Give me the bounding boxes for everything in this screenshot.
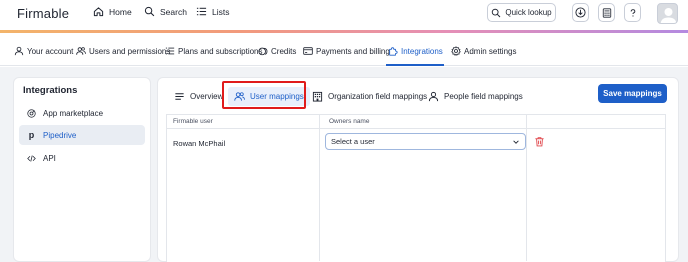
- tab-organization-field-mappings[interactable]: Organization field mappings: [312, 87, 427, 106]
- gear-icon: [451, 46, 461, 56]
- column-header-owners-name: Owners name: [329, 118, 370, 125]
- column-divider: [319, 115, 320, 261]
- tab-credits[interactable]: Credits: [258, 46, 296, 56]
- sidebar-item-api[interactable]: API: [19, 148, 145, 168]
- puzzle-icon: [389, 47, 398, 56]
- table-row-user-name: Rowan McPhail: [173, 139, 226, 148]
- search-icon: [144, 6, 155, 17]
- pipedrive-icon: p: [28, 130, 35, 140]
- sidebar-item-pipedrive[interactable]: p Pipedrive: [19, 125, 145, 145]
- download-button[interactable]: [572, 3, 589, 22]
- marketplace-icon: [27, 108, 36, 118]
- sidebar-title: Integrations: [23, 85, 78, 96]
- tab-user-mappings-label: User mappings: [250, 92, 304, 101]
- credits-icon: [258, 47, 268, 56]
- tab-payments-and-billing[interactable]: Payments and billing: [303, 46, 390, 56]
- nav-home[interactable]: Home: [93, 6, 132, 17]
- tab-people-field-mappings-label: People field mappings: [444, 92, 523, 101]
- help-icon: [630, 8, 635, 17]
- sidebar-item-app-marketplace[interactable]: App marketplace: [19, 103, 145, 123]
- tab-overview[interactable]: Overview: [174, 87, 223, 106]
- user-mappings-table: Firmable user Owners name Rowan McPhail …: [166, 114, 666, 262]
- column-header-firmable-user: Firmable user: [173, 118, 213, 125]
- nav-lists-label: Lists: [212, 6, 230, 17]
- integrations-sidebar: Integrations App marketplace p Pipedrive…: [13, 77, 151, 262]
- top-header: Firmable Home Search Lists Quick lookup: [0, 0, 688, 30]
- sidebar-item-label: App marketplace: [43, 108, 104, 118]
- list-icon: [196, 7, 207, 16]
- user-icon: [14, 46, 24, 56]
- tab-organization-field-mappings-label: Organization field mappings: [328, 92, 428, 101]
- tab-overview-label: Overview: [190, 92, 224, 101]
- list-icon: [165, 47, 175, 55]
- tab-people-field-mappings[interactable]: People field mappings: [428, 87, 523, 106]
- nav-search-label: Search: [160, 6, 187, 17]
- tab-user-mappings[interactable]: User mappings: [228, 87, 310, 106]
- avatar[interactable]: [657, 3, 678, 24]
- tab-payments-and-billing-label: Payments and billing: [316, 46, 390, 56]
- chevron-down-icon: [513, 139, 519, 144]
- home-icon: [93, 7, 104, 17]
- calculator-icon: [602, 7, 611, 18]
- delete-trash-icon[interactable]: [534, 136, 545, 147]
- column-divider: [526, 115, 527, 261]
- building-icon: [312, 91, 323, 102]
- tab-users-and-permissions[interactable]: Users and permissions: [76, 46, 170, 56]
- sidebar-item-label: API: [43, 153, 56, 163]
- user-avatar-icon: [660, 8, 677, 23]
- quick-lookup-button[interactable]: Quick lookup: [487, 3, 556, 22]
- help-button[interactable]: [624, 3, 641, 22]
- tab-plans-and-subscriptions-label: Plans and subscriptions: [178, 46, 263, 56]
- search-icon: [492, 8, 501, 17]
- tab-integrations-label: Integrations: [401, 46, 443, 56]
- tab-users-and-permissions-label: Users and permissions: [89, 46, 171, 56]
- header-gradient-divider: [0, 30, 688, 33]
- card-icon: [303, 47, 313, 55]
- app-logo[interactable]: Firmable: [17, 6, 69, 21]
- tab-your-account-label: Your account: [27, 46, 74, 56]
- tab-credits-label: Credits: [271, 46, 297, 56]
- download-icon: [575, 7, 586, 18]
- tab-plans-and-subscriptions[interactable]: Plans and subscriptions: [165, 46, 263, 56]
- tab-admin-settings-label: Admin settings: [464, 46, 517, 56]
- nav-home-label: Home: [109, 6, 132, 17]
- code-icon: [27, 154, 36, 162]
- active-tab-indicator: [386, 64, 444, 66]
- tab-admin-settings[interactable]: Admin settings: [451, 46, 516, 56]
- tab-integrations[interactable]: Integrations: [388, 46, 443, 56]
- owner-select-dropdown[interactable]: Select a user: [325, 133, 526, 150]
- settings-tabs: Your account Users and permissions Plans…: [0, 36, 688, 66]
- owner-select-placeholder: Select a user: [331, 137, 375, 146]
- sidebar-item-label: Pipedrive: [43, 130, 77, 140]
- menu-icon: [175, 93, 184, 100]
- nav-lists[interactable]: Lists: [196, 6, 229, 17]
- nav-search[interactable]: Search: [144, 6, 187, 17]
- users-icon: [234, 92, 245, 101]
- users-icon: [76, 47, 86, 55]
- quick-lookup-label: Quick lookup: [505, 8, 552, 17]
- tab-your-account[interactable]: Your account: [14, 46, 73, 56]
- save-mappings-button[interactable]: Save mappings: [598, 84, 667, 103]
- calculator-button[interactable]: [598, 3, 615, 22]
- user-icon: [428, 91, 439, 102]
- table-header: Firmable user Owners name: [167, 115, 665, 129]
